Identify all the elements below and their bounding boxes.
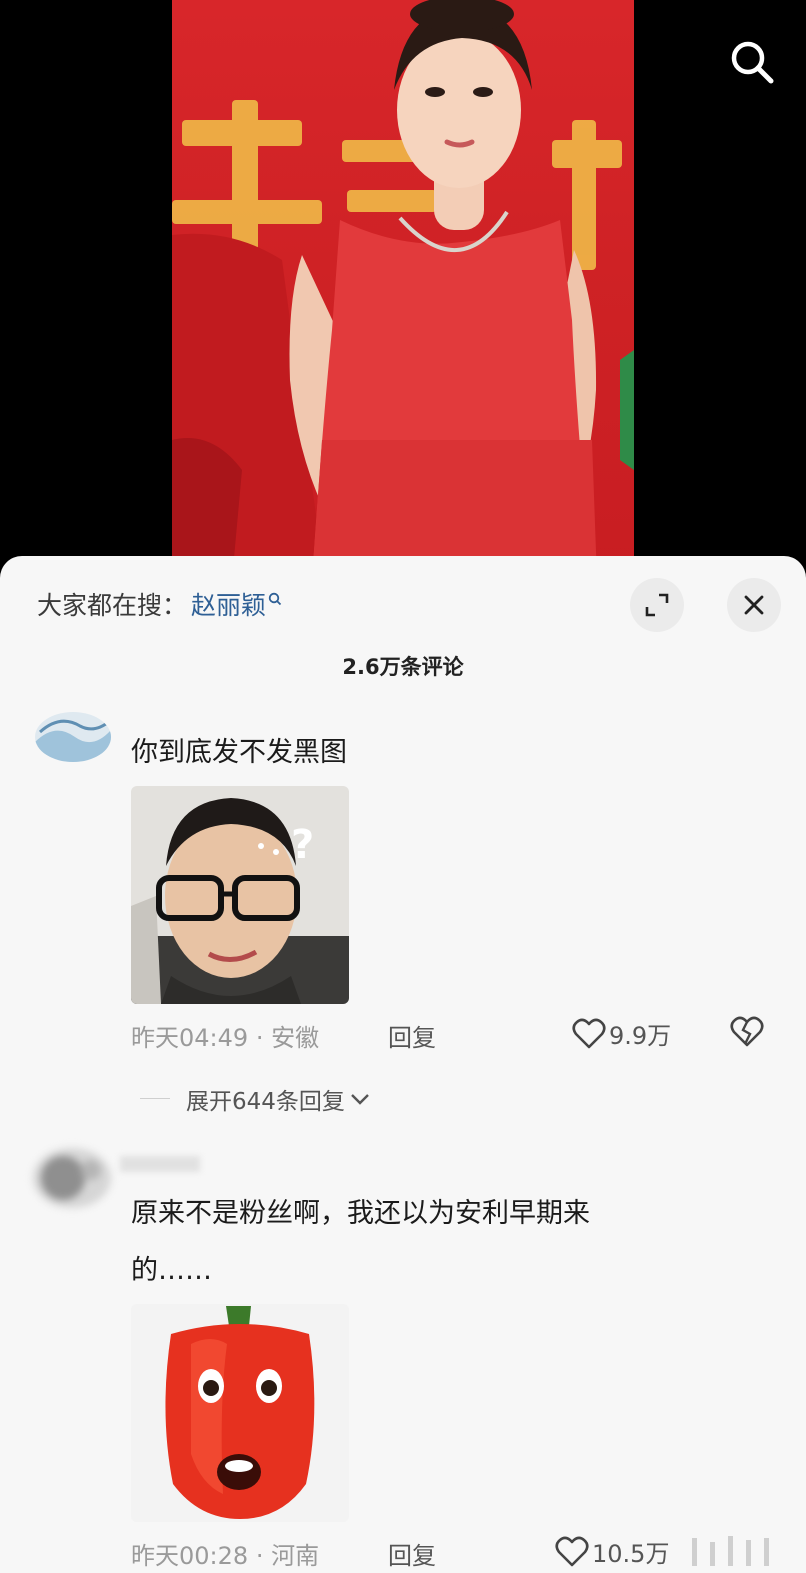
svg-text:?: ? [291,822,314,868]
hot-search-bar: 大家都在搜： 赵丽颖 [37,586,282,622]
reply-button[interactable]: 回复 [388,1018,436,1053]
expand-replies-link[interactable]: 展开644条回复 [186,1082,371,1116]
heart-icon [555,1536,589,1566]
heart-icon [572,1018,606,1048]
commenter-avatar[interactable] [35,712,111,762]
broken-heart-icon [730,1016,764,1047]
comment-location: 河南 [271,1542,320,1570]
video-frame-photo [172,0,634,580]
meta-separator: · [255,1024,272,1052]
comment-meta: 昨天00:28 · 河南 [131,1536,319,1571]
hot-search-label: 大家都在搜： [37,591,188,620]
expand-icon [645,593,669,617]
comment-image-meme-pepper[interactable] [131,1304,349,1522]
dislike-button[interactable] [730,1016,764,1052]
expand-button[interactable] [630,578,684,632]
like-count: 9.9万 [609,1022,672,1050]
watermark-bars [682,1532,792,1568]
username-blurred [120,1156,200,1172]
comment-text-line-1: 原来不是粉丝啊，我还以为安利早期来 [131,1198,590,1229]
comment-meta: 昨天04:49 · 安徽 [131,1018,319,1053]
close-icon [744,595,764,615]
comment-time: 昨天04:49 [131,1024,249,1052]
search-button[interactable] [726,36,778,88]
keyword-search-icon [268,592,282,610]
like-button[interactable]: 9.9万 [572,1016,671,1051]
close-button[interactable] [727,578,781,632]
comment-panel: 大家都在搜： 赵丽颖 2.6万条评论 你到底发不发黑图 ? 昨天04:49 · … [0,556,806,1573]
comment-text: 你到底发不发黑图 [131,737,347,768]
chevron-down-icon [351,1094,369,1105]
comment-location: 安徽 [271,1024,320,1052]
hot-search-keyword[interactable]: 赵丽颖 [191,586,266,622]
reply-button[interactable]: 回复 [388,1536,436,1571]
search-icon [731,41,774,84]
meta-separator: · [255,1542,272,1570]
video-player[interactable] [0,0,806,580]
comment-text-line-2: 的…… [131,1255,212,1286]
commenter-avatar[interactable] [33,1148,111,1208]
comment-count: 2.6万条评论 [342,655,464,679]
expand-replies-text: 展开644条回复 [186,1089,345,1115]
reply-divider [140,1098,170,1099]
like-button[interactable]: 10.5万 [555,1534,669,1569]
comment-time: 昨天00:28 [131,1542,249,1570]
like-count: 10.5万 [592,1540,670,1568]
comment-image-meme-glasses[interactable]: ? [131,786,349,1004]
